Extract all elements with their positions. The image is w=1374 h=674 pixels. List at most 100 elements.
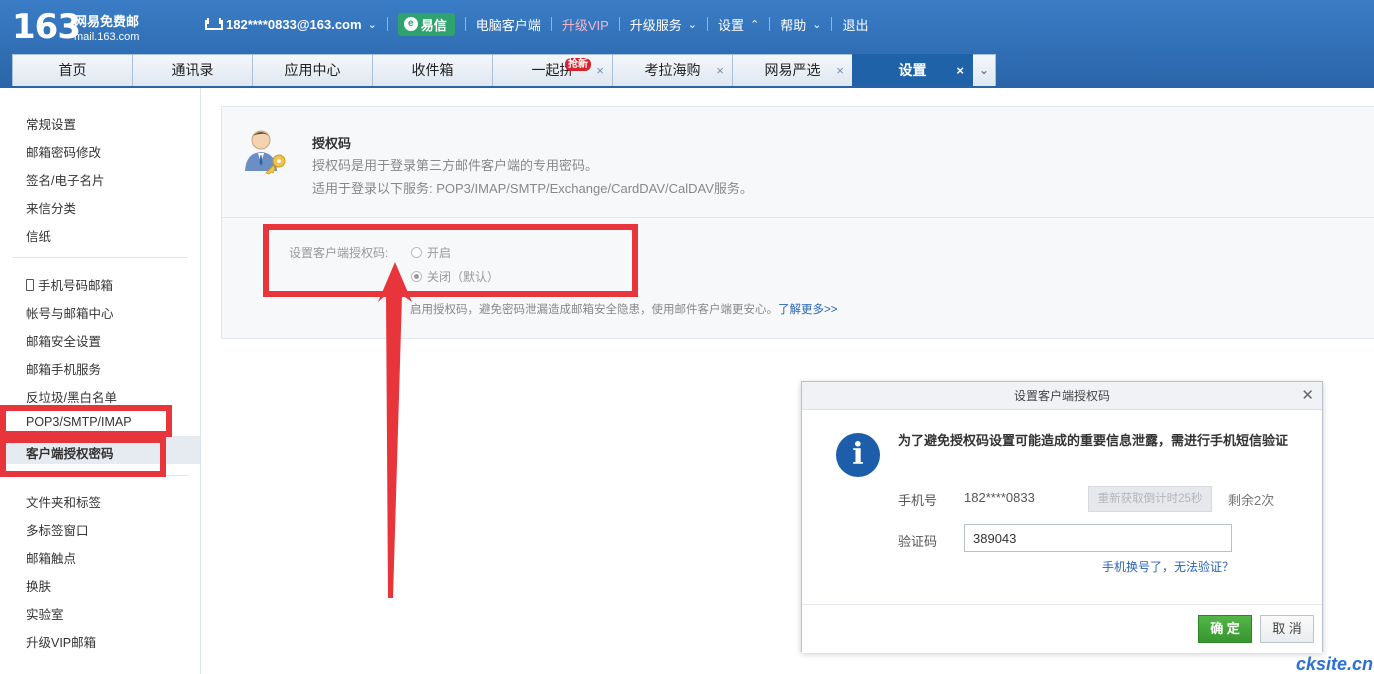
- top-nav: 182****0833@163.com ⌄ e 易信 电脑客户端 升级VIP 升级…: [204, 12, 869, 36]
- sidebar-item-antispam[interactable]: 反垃圾/黑白名单: [26, 387, 117, 406]
- sidebar-item-signature[interactable]: 签名/电子名片: [26, 170, 104, 189]
- panel-description: 授权码是用于登录第三方邮件客户端的专用密码。: [312, 158, 599, 173]
- confirm-button[interactable]: 确 定: [1198, 615, 1252, 643]
- yixin-button[interactable]: e 易信: [397, 12, 455, 36]
- divider: [464, 17, 466, 31]
- tab-yanxuan[interactable]: 网易严选 ×: [732, 54, 853, 86]
- chevron-down-icon[interactable]: ⌄: [368, 18, 377, 31]
- close-icon[interactable]: ×: [836, 55, 844, 86]
- dialog-title: 设置客户端授权码: [1013, 389, 1110, 403]
- dialog-header: 设置客户端授权码 ✕: [802, 382, 1322, 410]
- sidebar-item-account-center[interactable]: 帐号与邮箱中心: [26, 303, 114, 322]
- verification-code-input[interactable]: [964, 524, 1232, 552]
- divider: [769, 17, 771, 31]
- phone-value: 182****0833: [964, 490, 1035, 505]
- info-icon: i: [836, 433, 880, 477]
- sidebar-item-phone-mailbox[interactable]: 手机号码邮箱: [26, 275, 113, 294]
- sidebar-divider: [12, 257, 188, 258]
- logo-cn: 网易免费邮: [74, 14, 140, 29]
- sidebar-item-phone-service[interactable]: 邮箱手机服务: [26, 359, 101, 378]
- sidebar-item-skin[interactable]: 换肤: [26, 576, 51, 595]
- divider: [550, 17, 552, 31]
- upgrade-service-menu[interactable]: 升级服务: [630, 15, 682, 34]
- tab-kaola[interactable]: 考拉海购 ×: [612, 54, 733, 86]
- panel-services: 适用于登录以下服务: POP3/IMAP/SMTP/Exchange/CardD…: [312, 181, 753, 196]
- sidebar-item-security[interactable]: 邮箱安全设置: [26, 331, 101, 350]
- sidebar-item-filter[interactable]: 来信分类: [26, 198, 76, 217]
- tab-app-center[interactable]: 应用中心: [252, 54, 373, 86]
- tab-inbox[interactable]: 收件箱: [372, 54, 493, 86]
- panel-title: 授权码: [312, 136, 352, 151]
- crown-icon: [204, 18, 223, 30]
- logo-en: mail.163.com: [74, 31, 140, 43]
- tab-group-buy[interactable]: 一起拼 抢新 ×: [492, 54, 613, 86]
- tab-label: 收件箱: [411, 62, 454, 78]
- dialog-footer: 确 定 取 消: [802, 604, 1322, 653]
- divider: [707, 17, 709, 31]
- tab-more-button[interactable]: ⌄: [972, 54, 996, 86]
- close-icon[interactable]: ×: [956, 55, 964, 86]
- divider: [618, 17, 620, 31]
- top-bar: 163 网易免费邮 mail.163.com 182****0833@163.c…: [0, 0, 1374, 88]
- phone-label: 手机号: [898, 493, 938, 508]
- yixin-icon: e: [403, 17, 418, 31]
- sidebar-item-folders[interactable]: 文件夹和标签: [26, 492, 101, 511]
- dialog-message: 为了避免授权码设置可能造成的重要信息泄露，需进行手机短信验证: [898, 433, 1289, 448]
- logo[interactable]: 163 网易免费邮 mail.163.com: [12, 7, 139, 47]
- tab-bar: 首页 通讯录 应用中心 收件箱 一起拼 抢新 × 考拉海购 × 网易严选 × 设置 × ⌄: [12, 54, 996, 86]
- logout-link[interactable]: 退出: [842, 15, 868, 34]
- watermark: cksite.cn: [1296, 654, 1374, 674]
- upgrade-vip-link[interactable]: 升级VIP: [562, 15, 609, 34]
- hint-text: 启用授权码，避免密码泄漏造成邮箱安全隐患，使用邮件客户端更安心。: [410, 304, 778, 316]
- panel-divider: [222, 217, 1374, 218]
- cancel-button[interactable]: 取 消: [1260, 615, 1314, 643]
- divider: [831, 17, 833, 31]
- sidebar-item-stationery[interactable]: 信纸: [26, 226, 51, 245]
- sidebar-item-label: 手机号码邮箱: [38, 279, 114, 293]
- tab-label: 应用中心: [284, 62, 341, 78]
- tab-label: 通讯录: [171, 62, 214, 78]
- user-key-icon: [245, 130, 286, 175]
- chevron-up-icon[interactable]: ⌃: [750, 18, 759, 31]
- annotation-box-pop3: [0, 405, 172, 437]
- sidebar-item-touchpoint[interactable]: 邮箱触点: [26, 548, 76, 567]
- learn-more-link[interactable]: 了解更多>>: [778, 304, 837, 316]
- resend-button[interactable]: 重新获取倒计时25秒: [1088, 486, 1212, 512]
- chevron-down-icon[interactable]: ⌄: [688, 18, 697, 31]
- settings-sidebar: 常规设置 邮箱密码修改 签名/电子名片 来信分类 信纸 手机号码邮箱 帐号与邮箱…: [0, 88, 201, 674]
- tab-settings[interactable]: 设置 ×: [852, 54, 973, 86]
- phone-icon: [26, 279, 34, 291]
- phone-changed-link[interactable]: 手机换号了，无法验证？: [1102, 558, 1234, 575]
- auth-code-panel: 授权码 授权码是用于登录第三方邮件客户端的专用密码。 适用于登录以下服务: PO…: [221, 106, 1374, 339]
- sidebar-item-multitab[interactable]: 多标签窗口: [26, 520, 89, 539]
- sidebar-item-lab[interactable]: 实验室: [26, 604, 64, 623]
- remaining-count: 剩余2次: [1228, 493, 1275, 508]
- tab-home[interactable]: 首页: [12, 54, 133, 86]
- close-icon[interactable]: ×: [596, 55, 604, 86]
- annotation-box-auth-option: [263, 224, 638, 297]
- annotation-box-auth-code: [0, 437, 166, 477]
- auth-code-dialog: 设置客户端授权码 ✕ i 为了避免授权码设置可能造成的重要信息泄露，需进行手机短…: [801, 381, 1323, 653]
- chevron-down-icon: ⌄: [978, 63, 990, 77]
- close-icon[interactable]: ×: [716, 55, 724, 86]
- account-email[interactable]: 182****0833@163.com: [226, 17, 362, 32]
- settings-menu[interactable]: 设置: [718, 15, 744, 34]
- sidebar-item-password[interactable]: 邮箱密码修改: [26, 142, 101, 161]
- chevron-down-icon[interactable]: ⌄: [812, 18, 821, 31]
- tab-contacts[interactable]: 通讯录: [132, 54, 253, 86]
- sidebar-item-vip[interactable]: 升级VIP邮箱: [26, 632, 96, 651]
- tab-label: 首页: [58, 62, 87, 78]
- tab-label: 考拉海购: [644, 62, 701, 78]
- logo-number: 163: [12, 7, 81, 47]
- logo-text: 网易免费邮 mail.163.com: [74, 14, 139, 44]
- client-link[interactable]: 电脑客户端: [476, 15, 541, 34]
- sidebar-item-general[interactable]: 常规设置: [26, 114, 76, 133]
- auth-hint: 启用授权码，避免密码泄漏造成邮箱安全隐患，使用邮件客户端更安心。了解更多>>: [410, 301, 837, 317]
- new-badge: 抢新: [565, 58, 591, 71]
- close-icon[interactable]: ✕: [1301, 382, 1314, 410]
- help-menu[interactable]: 帮助: [780, 15, 806, 34]
- yixin-label: 易信: [420, 17, 447, 33]
- tab-label: 设置: [898, 62, 927, 78]
- tab-label: 网易严选: [764, 62, 821, 78]
- divider: [386, 17, 388, 31]
